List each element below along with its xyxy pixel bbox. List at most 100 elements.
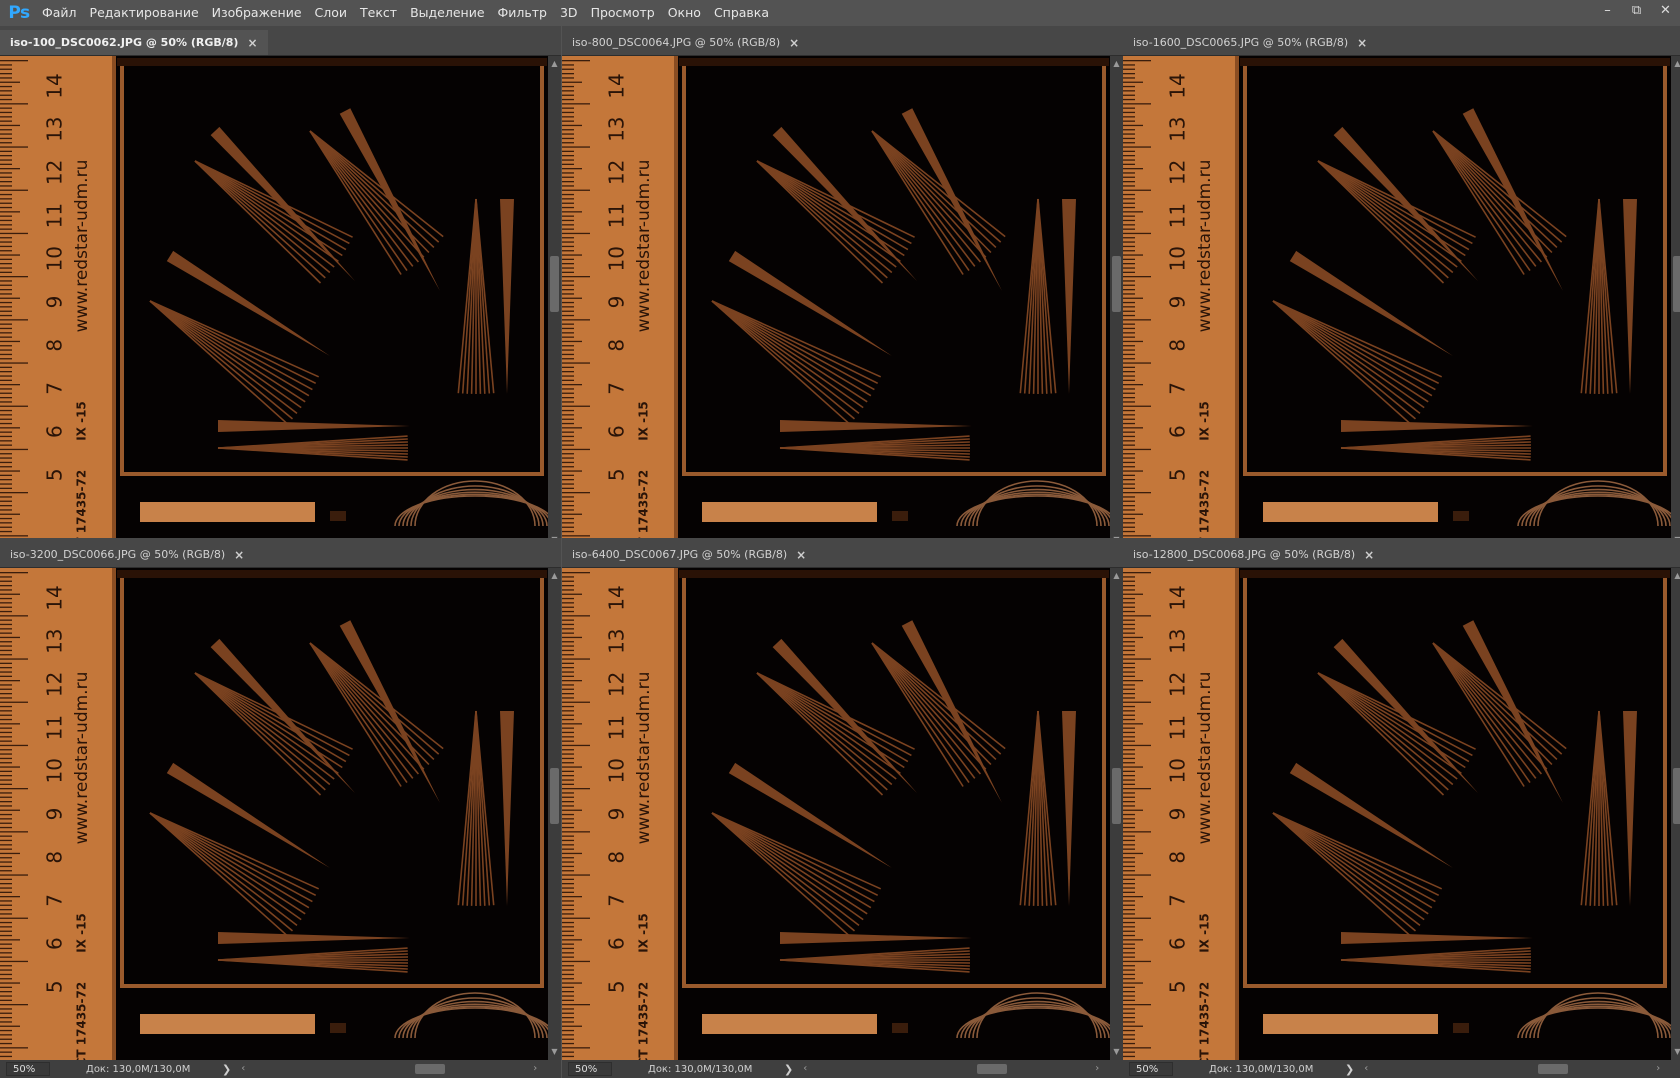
document-canvas[interactable]: 14 13 12 11 10 9 8 7 6 5 www.redstar-udm.ru IX -15 Г…: [1123, 56, 1671, 548]
document-tab-title: iso-6400_DSC0067.JPG @ 50% (RGB/8): [572, 548, 788, 561]
ruler-brand-text: www.redstar-udm.ru: [634, 160, 654, 333]
ruler-mark-text: IX -15: [637, 913, 651, 953]
vertical-scroll-thumb[interactable]: [550, 768, 559, 824]
menu-type[interactable]: Текст: [354, 0, 404, 26]
document-tab[interactable]: iso-6400_DSC0067.JPG @ 50% (RGB/8) ×: [562, 542, 817, 567]
document-canvas[interactable]: 14 13 12 11 10 9 8 7 6 5 www.redstar-udm.ru IX -15 Г…: [0, 568, 548, 1060]
vertical-scrollbar[interactable]: ▲ ▼: [1110, 568, 1123, 1060]
horizontal-scrollbar[interactable]: ‹ ›: [801, 1063, 1101, 1075]
scroll-down-icon[interactable]: ▼: [1671, 1046, 1680, 1058]
horizontal-scrollbar[interactable]: ‹ ›: [239, 1063, 539, 1075]
vertical-scroll-thumb[interactable]: [1112, 768, 1121, 824]
document-canvas[interactable]: 14 13 12 11 10 9 8 7 6 5 www.redstar-udm.ru IX -15 Г…: [0, 56, 548, 548]
vertical-scroll-thumb[interactable]: [550, 256, 559, 312]
menu-file[interactable]: Файл: [36, 0, 84, 26]
ruler-brand-text: www.redstar-udm.ru: [1195, 672, 1215, 845]
status-menu-arrow-icon[interactable]: ❯: [1345, 1063, 1354, 1076]
scroll-up-icon[interactable]: ▲: [548, 570, 561, 582]
status-bar: 50% Док: 130,0M/130,0M ❯ ‹ ›: [0, 1060, 561, 1078]
scroll-left-icon[interactable]: ‹: [241, 1063, 245, 1075]
scroll-up-icon[interactable]: ▲: [1110, 570, 1123, 582]
scroll-up-icon[interactable]: ▲: [1671, 58, 1680, 70]
close-tab-icon[interactable]: ×: [796, 548, 806, 562]
scroll-up-icon[interactable]: ▲: [1110, 58, 1123, 70]
ruler-number: 11: [605, 715, 629, 740]
menu-3d[interactable]: 3D: [554, 0, 585, 26]
document-tab[interactable]: iso-12800_DSC0068.JPG @ 50% (RGB/8) ×: [1123, 542, 1385, 567]
horizontal-scroll-thumb[interactable]: [415, 1064, 446, 1074]
menu-help[interactable]: Справка: [708, 0, 776, 26]
vertical-scrollbar[interactable]: ▲ ▼: [1671, 568, 1680, 1060]
ruler-mark-text: IX -15: [75, 913, 89, 953]
vertical-scrollbar[interactable]: ▲ ▼: [1110, 56, 1123, 548]
document-canvas[interactable]: 14 13 12 11 10 9 8 7 6 5 www.redstar-udm.ru IX -15 Г…: [1123, 568, 1671, 1060]
ruler-number: 14: [1166, 73, 1190, 98]
scroll-down-icon[interactable]: ▼: [1110, 1046, 1123, 1058]
menu-view[interactable]: Просмотр: [585, 0, 662, 26]
zoom-level-field[interactable]: 50%: [6, 1062, 50, 1076]
photoshop-logo: Ps: [8, 3, 30, 23]
close-tab-icon[interactable]: ×: [1357, 36, 1367, 50]
scroll-left-icon[interactable]: ‹: [803, 1063, 807, 1075]
scroll-right-icon[interactable]: ›: [533, 1063, 537, 1075]
vertical-scroll-thumb[interactable]: [1112, 256, 1121, 312]
scroll-right-icon[interactable]: ›: [1095, 1063, 1099, 1075]
scroll-right-icon[interactable]: ›: [1656, 1063, 1660, 1075]
ruler-brand-text: www.redstar-udm.ru: [72, 160, 92, 333]
ruler-number: 6: [43, 937, 67, 950]
ruler-number: 13: [43, 116, 67, 141]
close-tab-icon[interactable]: ×: [234, 548, 244, 562]
document-tab[interactable]: iso-3200_DSC0066.JPG @ 50% (RGB/8) ×: [0, 542, 255, 567]
status-menu-arrow-icon[interactable]: ❯: [784, 1063, 793, 1076]
close-tab-icon[interactable]: ×: [789, 36, 799, 50]
restore-icon[interactable]: ⧉: [1622, 0, 1651, 20]
menu-filter[interactable]: Фильтр: [492, 0, 554, 26]
ruler-number: 14: [605, 585, 629, 610]
document-size-info: Док: 130,0M/130,0M: [648, 1063, 753, 1075]
status-menu-arrow-icon[interactable]: ❯: [222, 1063, 231, 1076]
close-tab-icon[interactable]: ×: [1364, 548, 1374, 562]
ruler-mark-text: IX -15: [75, 401, 89, 441]
scroll-up-icon[interactable]: ▲: [548, 58, 561, 70]
vertical-scroll-thumb[interactable]: [1673, 256, 1680, 312]
menu-image[interactable]: Изображение: [206, 0, 309, 26]
scroll-down-icon[interactable]: ▼: [548, 1046, 561, 1058]
ruler-number: 9: [1166, 808, 1190, 821]
ruler-number: 11: [1166, 203, 1190, 228]
document-tab[interactable]: iso-100_DSC0062.JPG @ 50% (RGB/8) ×: [0, 30, 268, 55]
ruler-standard-text: ГОСТ 17435-72: [75, 982, 89, 1060]
close-tab-icon[interactable]: ×: [247, 36, 257, 50]
menu-layers[interactable]: Слои: [309, 0, 355, 26]
zoom-level-field[interactable]: 50%: [568, 1062, 612, 1076]
ruler-number: 10: [1166, 758, 1190, 783]
ruler-number: 12: [43, 160, 67, 185]
document-canvas[interactable]: 14 13 12 11 10 9 8 7 6 5 www.redstar-udm.ru IX -15 Г…: [562, 568, 1110, 1060]
menu-window[interactable]: Окно: [662, 0, 708, 26]
vertical-scrollbar[interactable]: ▲ ▼: [548, 56, 561, 548]
document-tab[interactable]: iso-800_DSC0064.JPG @ 50% (RGB/8) ×: [562, 30, 810, 55]
scroll-up-icon[interactable]: ▲: [1671, 570, 1680, 582]
ruler-standard-text: ГОСТ 17435-72: [637, 982, 651, 1060]
vertical-scroll-thumb[interactable]: [1673, 768, 1680, 824]
ruler-standard-text: ГОСТ 17435-72: [75, 470, 89, 548]
ruler-mark-text: IX -15: [1198, 913, 1212, 953]
close-icon[interactable]: ✕: [1651, 0, 1680, 20]
document-tab[interactable]: iso-1600_DSC0065.JPG @ 50% (RGB/8) ×: [1123, 30, 1378, 55]
status-bar: 50% Док: 130,0M/130,0M ❯ ‹ ›: [1123, 1060, 1680, 1078]
menu-edit[interactable]: Редактирование: [84, 0, 206, 26]
vertical-scrollbar[interactable]: ▲ ▼: [548, 568, 561, 1060]
vertical-scrollbar[interactable]: ▲ ▼: [1671, 56, 1680, 548]
horizontal-scroll-thumb[interactable]: [1538, 1064, 1569, 1074]
zoom-level-field[interactable]: 50%: [1129, 1062, 1173, 1076]
horizontal-scrollbar[interactable]: ‹ ›: [1362, 1063, 1662, 1075]
status-bar: 50% Док: 130,0M/130,0M ❯ ‹ ›: [562, 1060, 1123, 1078]
scroll-left-icon[interactable]: ‹: [1364, 1063, 1368, 1075]
horizontal-scroll-thumb[interactable]: [977, 1064, 1008, 1074]
ruler-standard-text: ГОСТ 17435-72: [637, 470, 651, 548]
menu-select[interactable]: Выделение: [404, 0, 491, 26]
ruler-number: 11: [1166, 715, 1190, 740]
ruler-number: 13: [1166, 628, 1190, 653]
minimize-icon[interactable]: –: [1593, 0, 1622, 20]
document-tab-title: iso-100_DSC0062.JPG @ 50% (RGB/8): [10, 36, 239, 49]
document-canvas[interactable]: 14 13 12 11 10 9 8 7 6 5 www.redstar-udm.ru IX -15 Г…: [562, 56, 1110, 548]
